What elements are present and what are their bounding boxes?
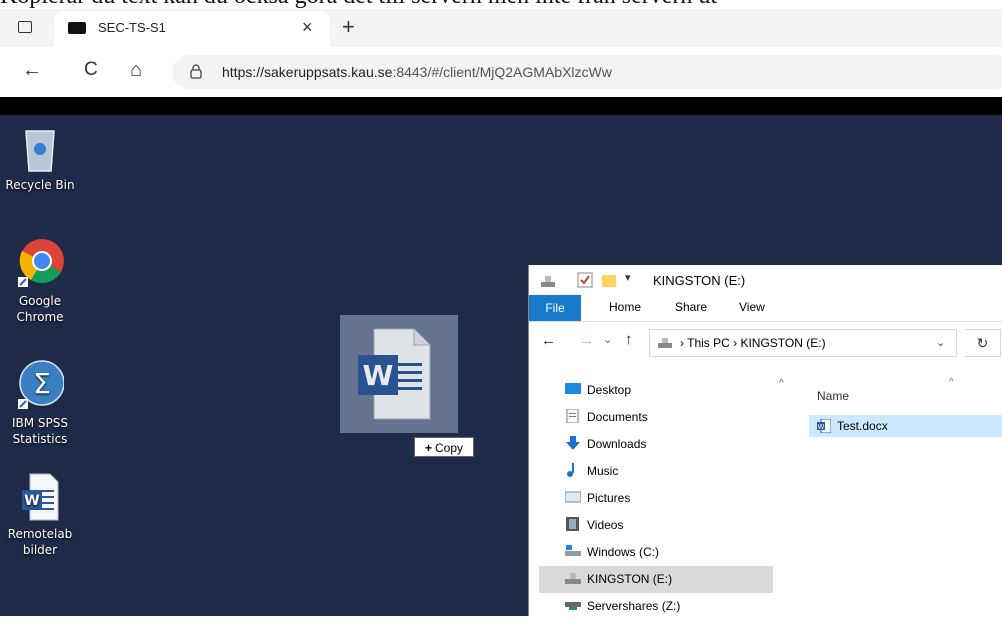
dragged-file-ghost: W — [340, 315, 458, 433]
explorer-title-bar[interactable]: ▾ KINGSTON (E:) — [529, 265, 1002, 295]
browser-tab[interactable]: SEC-TS-S1 × — [54, 11, 330, 47]
site-info-icon[interactable] — [190, 64, 202, 79]
explorer-path: › This PC › KINGSTON (E:) — [680, 336, 826, 350]
remote-desktop[interactable]: Recycle Bin Google Chrome Σ IBM SPSS Sta… — [0, 115, 1002, 616]
ibm-spss-shortcut[interactable]: Σ IBM SPSS Statistics — [0, 359, 80, 447]
explorer-title: KINGSTON (E:) — [653, 273, 746, 288]
address-bar[interactable]: https://sakeruppsats.kau.se:8443/#/clien… — [172, 55, 1002, 89]
new-tab-button[interactable]: + — [342, 14, 355, 40]
nav-item-downloads[interactable]: Downloads — [565, 431, 771, 458]
network-drive-icon — [565, 602, 581, 610]
nav-item-videos[interactable]: Videos — [565, 512, 771, 539]
copy-tooltip: + Copy — [414, 437, 474, 457]
ribbon-tab-file[interactable]: File — [529, 295, 581, 321]
recycle-bin-icon — [25, 130, 55, 172]
ribbon-tab-view[interactable]: View — [739, 300, 765, 314]
nav-item-kingston-e[interactable]: KINGSTON (E:) — [539, 566, 773, 593]
nav-item-windows-c[interactable]: Windows (C:) — [565, 539, 771, 566]
videos-icon — [566, 517, 579, 531]
browser-toolbar: ← C ⌂ https://sakeruppsats.kau.se:8443/#… — [0, 47, 1002, 98]
explorer-address-bar[interactable]: › This PC › KINGSTON (E:) ⌄ — [649, 329, 957, 357]
properties-icon[interactable] — [577, 272, 593, 288]
drive-icon — [565, 545, 581, 556]
tab-actions-icon[interactable] — [18, 21, 32, 33]
usb-drive-icon — [565, 573, 581, 584]
downloads-icon — [566, 436, 580, 450]
spss-icon: Σ — [18, 360, 65, 409]
session-top-bar — [0, 97, 1002, 115]
word-document-icon: W — [22, 473, 59, 521]
recycle-bin-shortcut[interactable]: Recycle Bin — [0, 127, 80, 193]
ribbon-tab-share[interactable]: Share — [675, 300, 707, 314]
name-column-header[interactable]: Name — [817, 389, 849, 403]
remotelab-bilder-shortcut[interactable]: W Remotelab bilder — [0, 470, 80, 558]
explorer-refresh-button[interactable]: ↻ — [965, 329, 1001, 357]
tab-title: SEC-TS-S1 — [98, 20, 166, 35]
nav-item-documents[interactable]: Documents — [565, 404, 771, 431]
sort-ascending-icon: ^ — [949, 377, 954, 388]
svg-text:Σ: Σ — [33, 367, 51, 400]
word-doc-icon: W — [817, 419, 831, 433]
documents-icon — [566, 409, 579, 423]
file-name: Test.docx — [837, 419, 888, 433]
pictures-icon — [565, 491, 581, 503]
ribbon-tab-home[interactable]: Home — [609, 300, 641, 314]
nav-item-desktop[interactable]: Desktop — [565, 377, 771, 404]
word-file-icon: W — [358, 328, 431, 420]
desktop-icon — [565, 383, 581, 394]
address-dropdown-icon[interactable]: ⌄ — [936, 336, 945, 349]
file-list-pane[interactable]: ^ Name W Test.docx — [799, 377, 1002, 616]
tab-close-button[interactable]: × — [302, 17, 313, 38]
url-text: https://sakeruppsats.kau.se:8443/#/clien… — [222, 64, 612, 80]
reload-button[interactable]: C — [84, 59, 98, 81]
recent-locations-icon[interactable]: ⌄ — [603, 333, 612, 346]
home-button[interactable]: ⌂ — [130, 59, 142, 82]
nav-item-pictures[interactable]: Pictures — [565, 485, 771, 512]
up-folder-icon[interactable]: ↑ — [625, 331, 633, 348]
quick-access-dropdown-icon[interactable]: ▾ — [625, 271, 631, 284]
explorer-forward-icon[interactable]: → — [579, 332, 594, 349]
browser-tab-bar: SEC-TS-S1 × + — [0, 9, 1002, 47]
svg-text:W: W — [24, 493, 39, 509]
file-row[interactable]: W Test.docx — [809, 415, 1002, 437]
navigation-pane: ^ Desktop Documents Downloads Music Pict… — [529, 377, 789, 616]
google-chrome-shortcut[interactable]: Google Chrome — [0, 237, 80, 325]
ribbon-tabs: File Home Share View — [529, 295, 1002, 322]
nav-scroll-up-icon[interactable]: ^ — [779, 378, 784, 389]
chrome-icon — [18, 239, 64, 287]
explorer-back-icon[interactable]: ← — [541, 332, 556, 349]
usb-drive-icon — [541, 276, 555, 287]
explorer-navigation-bar: ← → ⌄ ↑ › This PC › KINGSTON (E:) ⌄ ↻ — [529, 321, 1002, 367]
back-button[interactable]: ← — [22, 59, 42, 82]
drag-badge: W — [363, 359, 394, 392]
document-text-line: Kopierar du text kan du också göra det t… — [0, 0, 1002, 9]
drive-path-icon — [658, 338, 672, 348]
favicon-icon — [68, 22, 86, 34]
svg-text:W: W — [818, 423, 825, 431]
new-folder-icon[interactable] — [601, 272, 617, 288]
music-icon — [567, 463, 574, 477]
file-explorer-window[interactable]: ▾ KINGSTON (E:) File Home Share View ← →… — [528, 265, 1002, 616]
nav-item-music[interactable]: Music — [565, 458, 771, 485]
